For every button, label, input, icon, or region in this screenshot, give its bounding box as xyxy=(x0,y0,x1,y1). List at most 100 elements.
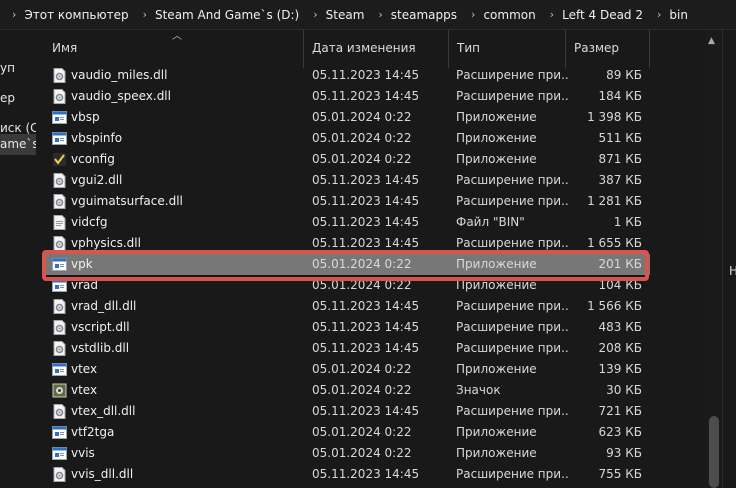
file-row[interactable]: vtex 05.01.2024 0:22 Приложение 139 КБ xyxy=(44,359,650,380)
file-row[interactable]: vvis 05.01.2024 0:22 Приложение 93 КБ xyxy=(44,443,650,464)
chevron-right-icon: › xyxy=(471,8,476,21)
file-type: Расширение при... xyxy=(456,467,568,481)
column-size-header[interactable]: Размер xyxy=(566,30,650,68)
dll-file-icon xyxy=(52,341,67,356)
chevron-right-icon: › xyxy=(549,8,555,21)
breadcrumb-item[interactable]: › common xyxy=(465,8,544,22)
dll-file-icon xyxy=(52,236,67,251)
file-row[interactable]: vscript.dll 05.11.2023 14:45 Расширение пр… xyxy=(44,317,650,338)
chevron-right-icon: › xyxy=(142,8,147,21)
file-size: 30 КБ xyxy=(606,383,642,397)
dll-file-icon xyxy=(52,299,67,314)
highlight-frame xyxy=(42,250,649,281)
file-row[interactable]: vaudio_speex.dll 05.11.2023 14:45 Расширен… xyxy=(44,86,650,107)
file-row[interactable]: vguimatsurface.dll 05.11.2023 14:45 Расшир… xyxy=(44,191,650,212)
file-name: vaudio_miles.dll xyxy=(71,68,168,82)
file-name: vtex xyxy=(71,362,98,376)
file-name: vguimatsurface.dll xyxy=(71,194,183,208)
dll-file-icon xyxy=(52,467,67,482)
nav-item[interactable]: ер xyxy=(0,88,36,109)
file-name: vidcfg xyxy=(71,215,108,229)
preview-pane: Н xyxy=(722,30,736,488)
file-date: 05.11.2023 14:45 xyxy=(312,173,420,187)
file-type: Расширение при... xyxy=(456,341,568,355)
chevron-right-icon: › xyxy=(12,8,17,21)
breadcrumb-label: Этот компьютер xyxy=(24,7,129,22)
breadcrumb-item[interactable]: › bin xyxy=(651,8,696,22)
breadcrumb-item[interactable]: › Left 4 Dead 2 xyxy=(544,8,651,22)
file-row[interactable]: vstdlib.dll 05.11.2023 14:45 Расширение пр… xyxy=(44,338,650,359)
breadcrumb-item[interactable]: › Steam xyxy=(307,8,372,22)
dll-file-icon xyxy=(52,194,67,209)
checkmark-icon xyxy=(52,152,67,167)
file-row[interactable]: vidcfg 05.11.2023 14:45 Файл "BIN" 1 КБ xyxy=(44,212,650,233)
preview-pane-text: Н xyxy=(729,264,736,278)
file-type: Расширение при... xyxy=(456,299,568,313)
breadcrumb-item[interactable]: › Этот компьютер xyxy=(0,8,137,22)
file-date: 05.01.2024 0:22 xyxy=(312,383,412,397)
column-type-label: Тип xyxy=(457,41,480,55)
file-row[interactable]: vaudio_miles.dll 05.11.2023 14:45 Расширен… xyxy=(44,65,650,86)
file-row[interactable]: vvis_dll.dll 05.11.2023 14:45 Расширение п… xyxy=(44,464,650,485)
dll-file-icon xyxy=(52,320,67,335)
file-name: vtex_dll.dll xyxy=(71,404,136,418)
file-date: 05.01.2024 0:22 xyxy=(312,110,412,124)
file-name: vvis xyxy=(71,446,95,460)
column-date-header[interactable]: Дата изменения xyxy=(304,30,449,68)
application-icon xyxy=(52,362,67,377)
column-type-header[interactable]: Тип xyxy=(449,30,566,68)
file-type: Расширение при... xyxy=(456,320,568,334)
file-name: vconfig xyxy=(71,152,115,166)
file-name: vrad_dll.dll xyxy=(71,299,137,313)
address-bar[interactable]: › Этот компьютер › Steam And Game`s (D:) › St… xyxy=(0,0,736,30)
file-type: Расширение при... xyxy=(456,89,568,103)
file-type: Приложение xyxy=(456,152,537,166)
file-row[interactable]: vrad_dll.dll 05.11.2023 14:45 Расширение п… xyxy=(44,296,650,317)
file-name: vgui2.dll xyxy=(71,173,123,187)
file-name: vstdlib.dll xyxy=(71,341,130,355)
file-size: 1 281 КБ xyxy=(587,194,642,208)
icon-file-icon xyxy=(52,383,67,398)
file-type: Расширение при... xyxy=(456,173,568,187)
file-date: 05.11.2023 14:45 xyxy=(312,341,420,355)
file-date: 05.01.2024 0:22 xyxy=(312,362,412,376)
breadcrumb-label: Steam And Game`s (D:) xyxy=(154,7,300,22)
breadcrumb-item[interactable]: › Steam And Game`s (D:) xyxy=(137,8,308,22)
file-date: 05.01.2024 0:22 xyxy=(312,446,412,460)
file-row[interactable]: vtex_dll.dll 05.11.2023 14:45 Расширение п… xyxy=(44,401,650,422)
file-row[interactable]: vconfig 05.01.2024 0:22 Приложение 871 КБ xyxy=(44,149,650,170)
dll-file-icon xyxy=(52,404,67,419)
file-date: 05.11.2023 14:45 xyxy=(312,299,420,313)
vertical-scrollbar[interactable]: ▲ xyxy=(706,30,722,488)
breadcrumb-label: Steam xyxy=(325,7,365,22)
nav-item[interactable]: ame`s xyxy=(0,134,36,155)
file-row[interactable]: vbspinfo 05.01.2024 0:22 Приложение 511 КБ xyxy=(44,128,650,149)
column-header: ︿ Имя Дата изменения Тип Размер xyxy=(36,30,706,68)
nav-item[interactable]: уп xyxy=(0,58,36,79)
file-date: 05.11.2023 14:45 xyxy=(312,89,420,103)
file-size: 755 КБ xyxy=(598,467,642,481)
file-size: 1 398 КБ xyxy=(587,110,642,124)
file-type: Значок xyxy=(456,383,501,397)
breadcrumb-item[interactable]: › steamapps xyxy=(372,8,465,22)
file-date: 05.11.2023 14:45 xyxy=(312,467,420,481)
file-row[interactable]: vgui2.dll 05.11.2023 14:45 Расширение при.… xyxy=(44,170,650,191)
scrollbar-thumb[interactable] xyxy=(709,416,719,488)
application-icon xyxy=(52,446,67,461)
file-date: 05.11.2023 14:45 xyxy=(312,194,420,208)
chevron-right-icon: › xyxy=(657,8,662,21)
column-name-header[interactable]: Имя xyxy=(44,30,304,68)
file-icon xyxy=(52,215,67,230)
column-name-label: Имя xyxy=(52,41,78,55)
file-type: Расширение при... xyxy=(456,68,568,82)
navigation-pane: уп ер иск (C ame`s xyxy=(0,30,36,488)
file-row[interactable]: vtex 05.01.2024 0:22 Значок 30 КБ xyxy=(44,380,650,401)
file-size: 139 КБ xyxy=(598,362,642,376)
file-type: Приложение xyxy=(456,362,537,376)
file-size: 208 КБ xyxy=(598,341,642,355)
file-row[interactable]: vtf2tga 05.01.2024 0:22 Приложение 623 КБ xyxy=(44,422,650,443)
file-row[interactable]: vbsp 05.01.2024 0:22 Приложение 1 398 КБ xyxy=(44,107,650,128)
scroll-up-icon[interactable]: ▲ xyxy=(708,36,715,46)
column-date-label: Дата изменения xyxy=(312,41,416,55)
file-name: vvis_dll.dll xyxy=(71,467,134,481)
